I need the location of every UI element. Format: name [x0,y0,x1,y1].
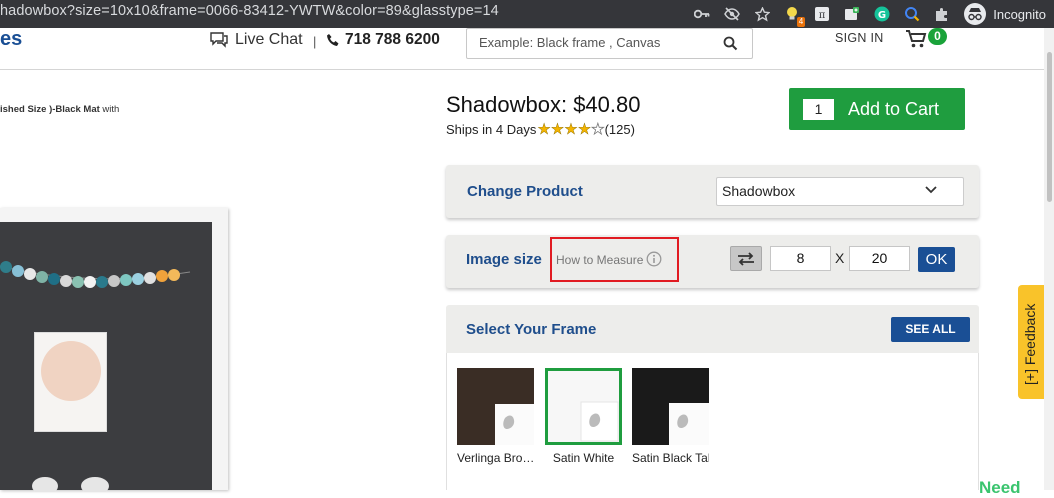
image-size-label: Image size [466,251,542,268]
svg-text:G: G [878,10,886,21]
select-frame-label: Select Your Frame [466,321,597,338]
baby-face [41,341,101,401]
rating-stars[interactable]: ★ ★ ★ ★ ★ [537,120,605,138]
frame-option[interactable]: Verlinga Bro… [457,368,534,465]
site-header: es Live Chat | 718 788 6200 SIGN IN 0 [0,28,1044,70]
how-to-measure-link[interactable]: How to Measure [550,237,679,282]
dimension-x-label: X [835,250,845,266]
star-icon: ★ [550,120,565,138]
extension-badge: 4 [796,17,806,27]
need-help-text[interactable]: Need [979,478,1021,498]
baby-shoes [32,477,109,492]
select-frame-panel: Select Your Frame SEE ALL [446,305,979,353]
star-icon: ★ [537,120,551,138]
add-extension-icon[interactable] [844,6,860,22]
how-to-measure-label: How to Measure [556,253,644,267]
frame-swatch-satin-white [545,368,622,445]
image-size-panel: Image size How to Measure 8 X 20 OK [446,235,979,288]
felt-ball-garland [0,261,191,288]
eye-off-icon[interactable] [724,6,741,22]
svg-text:π: π [819,10,826,21]
scrollbar-thumb[interactable] [1047,52,1052,202]
baby-photo [34,332,107,432]
phone-link[interactable]: 718 788 6200 [326,31,440,49]
product-type-select[interactable]: Shadowbox [716,177,964,206]
bulb-extension-icon[interactable]: 4 [784,6,806,27]
cart-icon[interactable] [905,29,927,49]
ok-button[interactable]: OK [918,247,955,272]
star-bookmark-icon[interactable] [754,6,770,22]
height-input[interactable]: 20 [849,246,910,271]
swap-dimensions-button[interactable] [730,246,762,271]
frame-options: Verlinga Bro… Satin White Satin Black Ta… [446,353,979,490]
pi-extension-icon[interactable]: π [814,6,830,22]
product-preview-image [0,208,228,492]
ships-text: Ships in 4 Days [446,122,537,137]
incognito-indicator[interactable]: Incognito [964,3,1046,25]
sign-in-link[interactable]: SIGN IN [835,31,884,45]
frame-name: Verlinga Bro… [457,451,534,465]
product-type-value: Shadowbox [722,183,796,199]
live-chat-label: Live Chat [235,31,303,48]
search-box[interactable] [466,28,753,59]
frame-name: Satin Black Tall [632,451,709,465]
quantity-field[interactable]: 1 [803,98,834,120]
address-bar[interactable]: hadowbox?size=10x10&frame=0066-83412-YWT… [0,3,499,19]
feedback-tab[interactable]: [+] Feedback [1018,285,1044,399]
frame-swatch-satin-black [632,368,709,445]
cart-count-badge: 0 [928,28,947,45]
header-separator: | [313,34,317,49]
puzzle-extensions-icon[interactable] [934,6,950,22]
change-product-label: Change Product [467,183,583,200]
chat-icon [210,32,228,48]
star-icon: ★ [564,120,578,138]
shipping-rating: Ships in 4 Days ★ ★ ★ ★ ★ (125) [446,120,635,138]
caption-bold: ished Size )-Black Mat [0,104,100,115]
review-count[interactable]: (125) [605,122,635,137]
width-input[interactable]: 8 [770,246,831,271]
key-icon[interactable] [694,6,710,22]
search-input[interactable] [479,35,709,50]
incognito-label: Incognito [993,6,1046,22]
add-to-cart-button[interactable]: 1 Add to Cart [789,88,965,130]
frame-name: Satin White [552,451,615,465]
frame-option[interactable]: Satin Black Tall [632,368,709,465]
frame-option-selected[interactable]: Satin White [545,368,622,465]
incognito-icon [964,3,987,25]
search-icon[interactable] [723,36,738,51]
shadowbox-mat [0,222,212,492]
browser-icons: 4 π G Incognito [694,3,1046,27]
chevron-down-icon [925,186,937,194]
phone-number: 718 788 6200 [345,31,440,48]
lens-extension-icon[interactable] [904,6,920,22]
info-icon [646,251,662,267]
add-to-cart-label: Add to Cart [848,98,940,119]
grammarly-icon[interactable]: G [874,6,890,22]
live-chat-link[interactable]: Live Chat [209,31,303,49]
change-product-panel: Change Product Shadowbox [446,165,979,218]
star-icon: ★ [577,120,592,138]
phone-icon [327,34,339,46]
caption-rest: with [99,104,120,115]
product-title: Shadowbox: $40.80 [446,92,641,117]
star-empty-icon: ★ [591,120,605,138]
see-all-button[interactable]: SEE ALL [891,317,970,342]
browser-toolbar: hadowbox?size=10x10&frame=0066-83412-YWT… [0,0,1054,28]
site-logo[interactable]: es [0,28,22,51]
product-image-caption: ished Size )-Black Mat with [0,104,119,115]
feedback-label: [+] Feedback [1022,303,1038,385]
frame-swatch-verlinga [457,368,534,445]
swap-icon [738,251,754,266]
